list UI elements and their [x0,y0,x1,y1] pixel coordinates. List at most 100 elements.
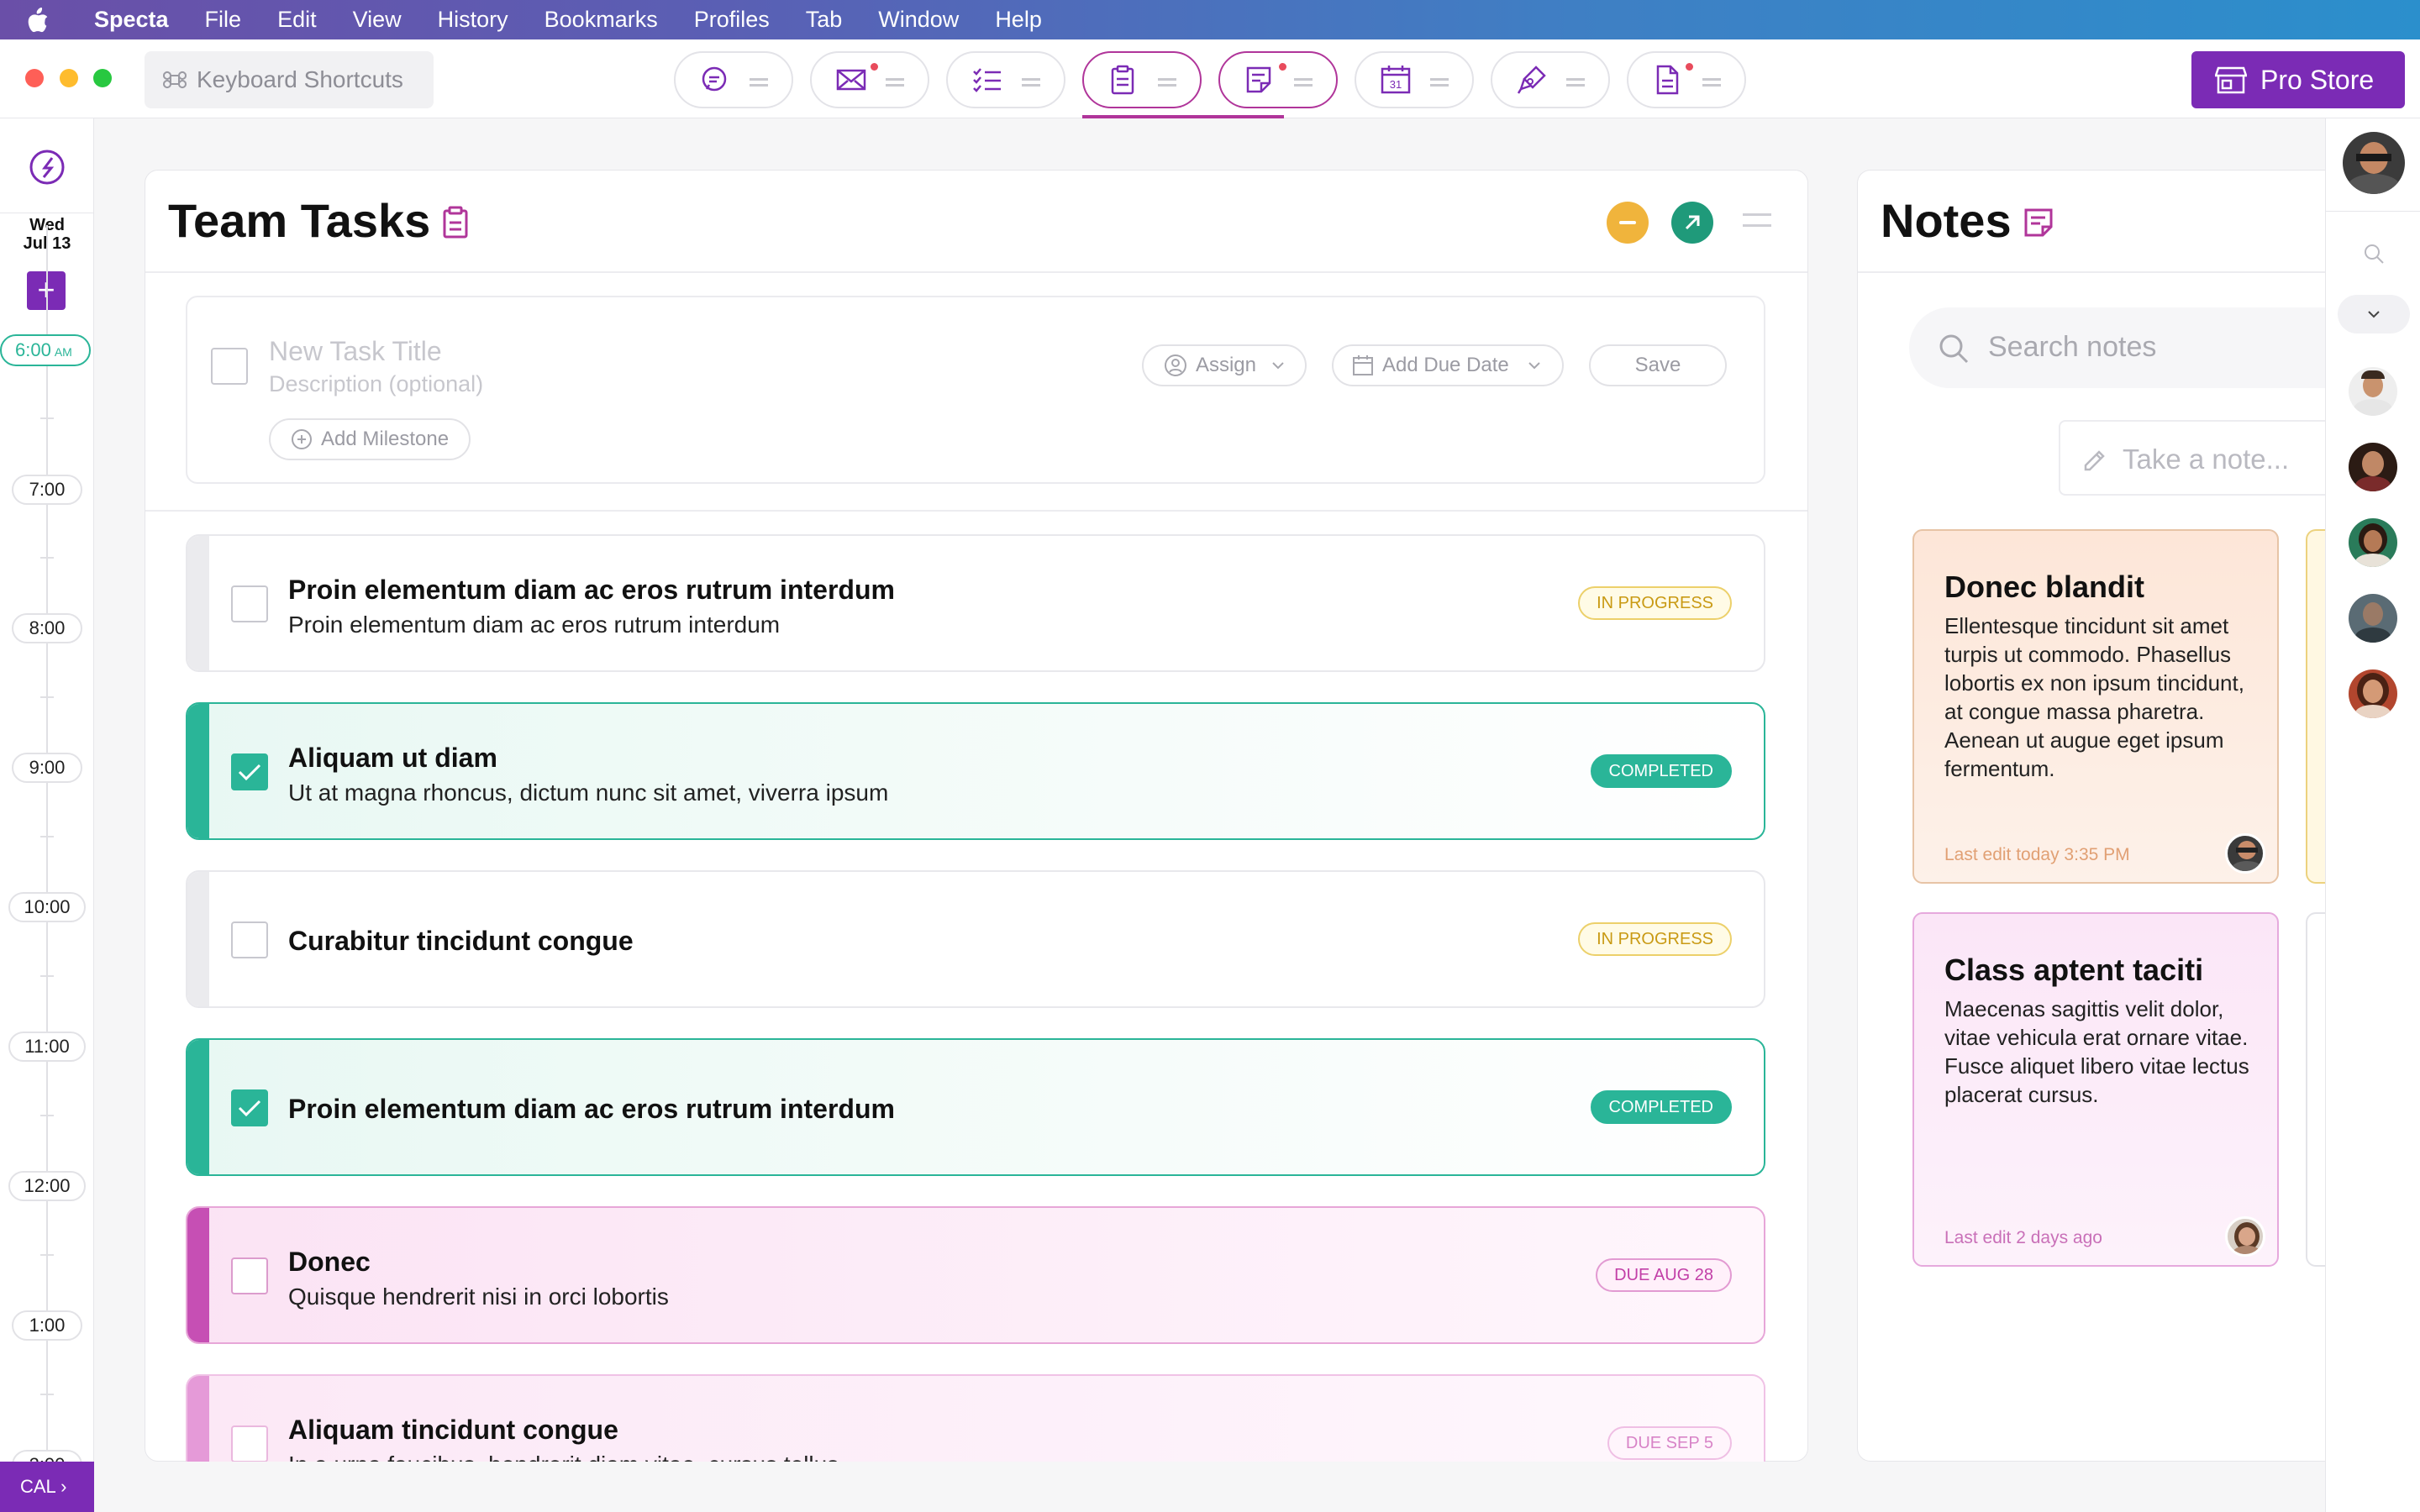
avatar [2225,1216,2265,1257]
collapse-contacts-button[interactable] [2338,295,2410,333]
assign-dropdown[interactable]: Assign [1142,344,1307,386]
hour-label: 7:00 [12,475,82,505]
task-checkbox[interactable] [231,921,268,958]
note-card-partial[interactable] [2306,529,2325,884]
hour-label: 9:00 [12,753,82,783]
search-notes-field[interactable]: Search notes [1909,307,2325,388]
drag-handle-icon[interactable] [1430,78,1449,87]
task-checkbox[interactable] [231,753,268,790]
drag-handle-icon[interactable] [1294,78,1313,87]
chevron-down-icon [1528,362,1540,370]
pro-store-button[interactable]: Pro Store [2191,51,2405,108]
task-title: Donec [288,1247,371,1277]
checkmark-icon [238,764,261,781]
add-milestone-button[interactable]: Add Milestone [269,418,471,460]
assign-label: Assign [1195,354,1257,376]
menu-view[interactable]: View [353,7,402,33]
task-row[interactable]: Aliquam ut diam Ut at magna rhoncus, dic… [186,702,1765,840]
hour-label: 10:00 [8,892,86,922]
menu-tab[interactable]: Tab [806,7,843,33]
menu-window[interactable]: Window [878,7,959,33]
note-card[interactable]: Donec blandit Ellentesque tincidunt sit … [1912,529,2279,884]
note-card[interactable]: Class aptent taciti Maecenas sagittis ve… [1912,912,2279,1267]
search-icon[interactable] [2363,243,2385,265]
drag-handle-icon[interactable] [1566,78,1585,87]
hour-label: 8:00 [12,613,82,643]
contact-avatar[interactable] [2349,669,2397,718]
note-body: Maecenas sagittis velit dolor, vitae veh… [1944,996,2249,1107]
close-window-button[interactable] [25,69,44,87]
menu-app-name[interactable]: Specta [94,7,169,33]
task-row[interactable]: Proin elementum diam ac eros rutrum inte… [186,534,1765,672]
task-checkbox[interactable] [231,585,268,622]
tab-tasks[interactable] [1082,51,1202,108]
apple-icon[interactable] [25,7,50,34]
save-button[interactable]: Save [1589,344,1727,386]
task-checkbox[interactable] [231,1257,268,1294]
minimize-panel-button[interactable] [1607,202,1649,244]
contact-avatar[interactable] [2349,443,2397,491]
task-row[interactable]: Proin elementum diam ac eros rutrum inte… [186,1038,1765,1176]
tab-checklist[interactable] [946,51,1065,108]
task-checkbox[interactable] [231,1089,268,1126]
task-row[interactable]: Donec Quisque hendrerit nisi in orci lob… [186,1206,1765,1344]
new-task-checkbox[interactable] [211,348,248,385]
task-status-bar [187,1040,209,1174]
timeline-tick [40,975,54,977]
menu-bookmarks[interactable]: Bookmarks [544,7,658,33]
timeline-tick [40,417,54,419]
notes-title: Notes [1881,194,2012,247]
menu-file[interactable]: File [205,7,242,33]
calendar-toggle-button[interactable]: CAL › [0,1462,94,1512]
task-title: Curabitur tincidunt congue [288,926,634,956]
contact-avatar[interactable] [2349,594,2397,643]
pen-icon [1517,66,1546,94]
task-checkbox[interactable] [231,1425,268,1462]
note-footer: Last edit 2 days ago [1944,1228,2102,1247]
expand-panel-button[interactable] [1671,202,1713,244]
drag-handle-icon[interactable] [886,78,904,87]
task-row[interactable]: Curabitur tincidunt congue IN PROGRESS [186,870,1765,1008]
contact-avatar[interactable] [2349,518,2397,567]
current-time: 6:00 [15,339,51,360]
tab-pen[interactable] [1491,51,1610,108]
menu-help[interactable]: Help [995,7,1042,33]
calendar-icon [1353,355,1373,375]
timeline-tick [40,557,54,559]
new-task-title-input[interactable]: New Task Title [269,336,442,367]
zoom-window-button[interactable] [93,69,112,87]
take-note-field[interactable]: Take a note... [2059,420,2325,496]
drag-handle-icon[interactable] [1158,78,1176,87]
calendar-icon: 31 [1381,66,1411,94]
tab-chat[interactable] [674,51,793,108]
current-time-indicator: 6:00 AM [0,334,91,366]
contact-avatar[interactable] [2349,367,2397,416]
chevron-down-icon [1272,362,1284,370]
tab-notes[interactable] [1218,51,1338,108]
tab-mail[interactable] [810,51,929,108]
compass-icon[interactable] [29,149,66,186]
drag-handle-icon[interactable] [1702,78,1721,87]
notes-header-divider [1858,271,2344,273]
right-sidebar [2325,118,2420,1512]
note-icon [1246,66,1271,93]
clipboard-icon [443,206,468,239]
new-task-description-input[interactable]: Description (optional) [269,371,483,397]
task-row[interactable]: Aliquam tincidunt congue In a urna fauci… [186,1374,1765,1462]
clipboard-icon [1111,65,1134,95]
store-icon [2215,66,2247,94]
note-card-partial[interactable] [2306,912,2325,1267]
drag-handle-icon[interactable] [1022,78,1040,87]
minimize-window-button[interactable] [60,69,78,87]
keyboard-shortcuts-button[interactable]: Keyboard Shortcuts [145,51,434,108]
menu-edit[interactable]: Edit [277,7,317,33]
tab-calendar[interactable]: 31 [1355,51,1474,108]
menu-profiles[interactable]: Profiles [694,7,770,33]
user-avatar[interactable] [2343,132,2405,194]
tab-document[interactable] [1627,51,1746,108]
due-date-dropdown[interactable]: Add Due Date [1332,344,1564,386]
drag-handle-icon[interactable] [750,78,768,87]
menu-history[interactable]: History [438,7,508,33]
panel-menu-handle[interactable] [1743,213,1771,227]
search-notes-placeholder: Search notes [1988,331,2157,363]
